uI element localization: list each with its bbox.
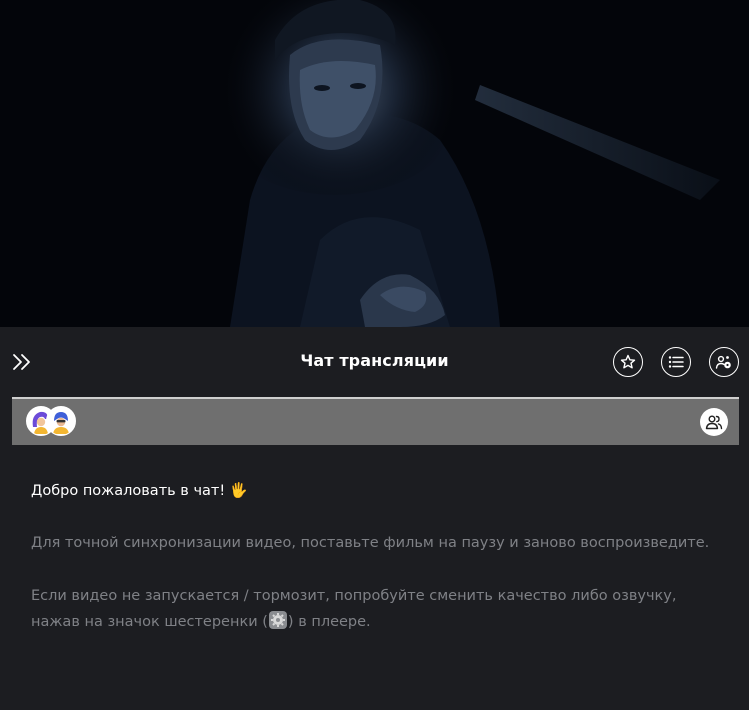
list-icon	[668, 356, 684, 368]
users-icon	[705, 415, 723, 430]
chat-messages: Добро пожаловать в чат! 🖐 Для точной син…	[31, 480, 721, 665]
chat-header: Чат трансляции	[0, 327, 749, 397]
waving-hand-emoji: 🖐	[229, 483, 248, 499]
participants-bar	[12, 397, 739, 445]
welcome-message: Добро пожаловать в чат! 🖐	[31, 480, 721, 502]
participant-avatars	[26, 406, 86, 438]
favorite-button[interactable]	[613, 347, 643, 377]
video-player[interactable]	[0, 0, 749, 327]
room-settings-button[interactable]	[709, 347, 739, 377]
quality-hint-message: Если видео не запускается / тормозит, по…	[31, 583, 721, 638]
welcome-text: Добро пожаловать в чат!	[31, 483, 226, 499]
avatar[interactable]	[46, 406, 76, 436]
quality-hint-text-end: ) в плеере.	[287, 614, 371, 630]
playlist-button[interactable]	[661, 347, 691, 377]
user-settings-icon	[715, 355, 731, 369]
video-frame	[0, 0, 749, 327]
avatar-blue-hair-icon	[47, 407, 74, 434]
participants-button[interactable]	[700, 408, 728, 436]
gear-icon	[268, 611, 287, 638]
sync-hint-message: Для точной синхронизации видео, поставьт…	[31, 535, 710, 551]
star-icon	[620, 354, 636, 369]
